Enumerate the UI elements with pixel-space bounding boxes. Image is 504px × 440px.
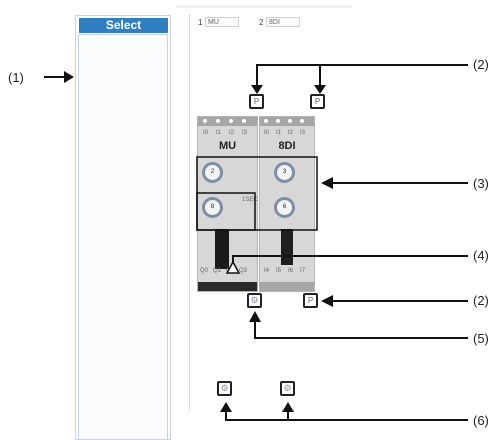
callout-lines [44,64,468,421]
arrow-head [282,402,294,412]
arrow-head [225,260,241,274]
arrow-head [321,295,333,307]
arrow-head [249,311,261,322]
callout-2-top: (2) [473,57,489,72]
arrow-head [64,71,74,83]
arrow-head [220,402,232,412]
arrow-head [321,177,333,189]
arrow-head [314,85,326,94]
callout-4: (4) [473,248,489,263]
callout-3: (3) [473,176,489,191]
callout-6: (6) [473,413,489,428]
callout-1: (1) [8,70,24,85]
callout-5: (5) [473,331,489,346]
arrow-head [251,85,263,94]
callout-2-bottom: (2) [473,293,489,308]
